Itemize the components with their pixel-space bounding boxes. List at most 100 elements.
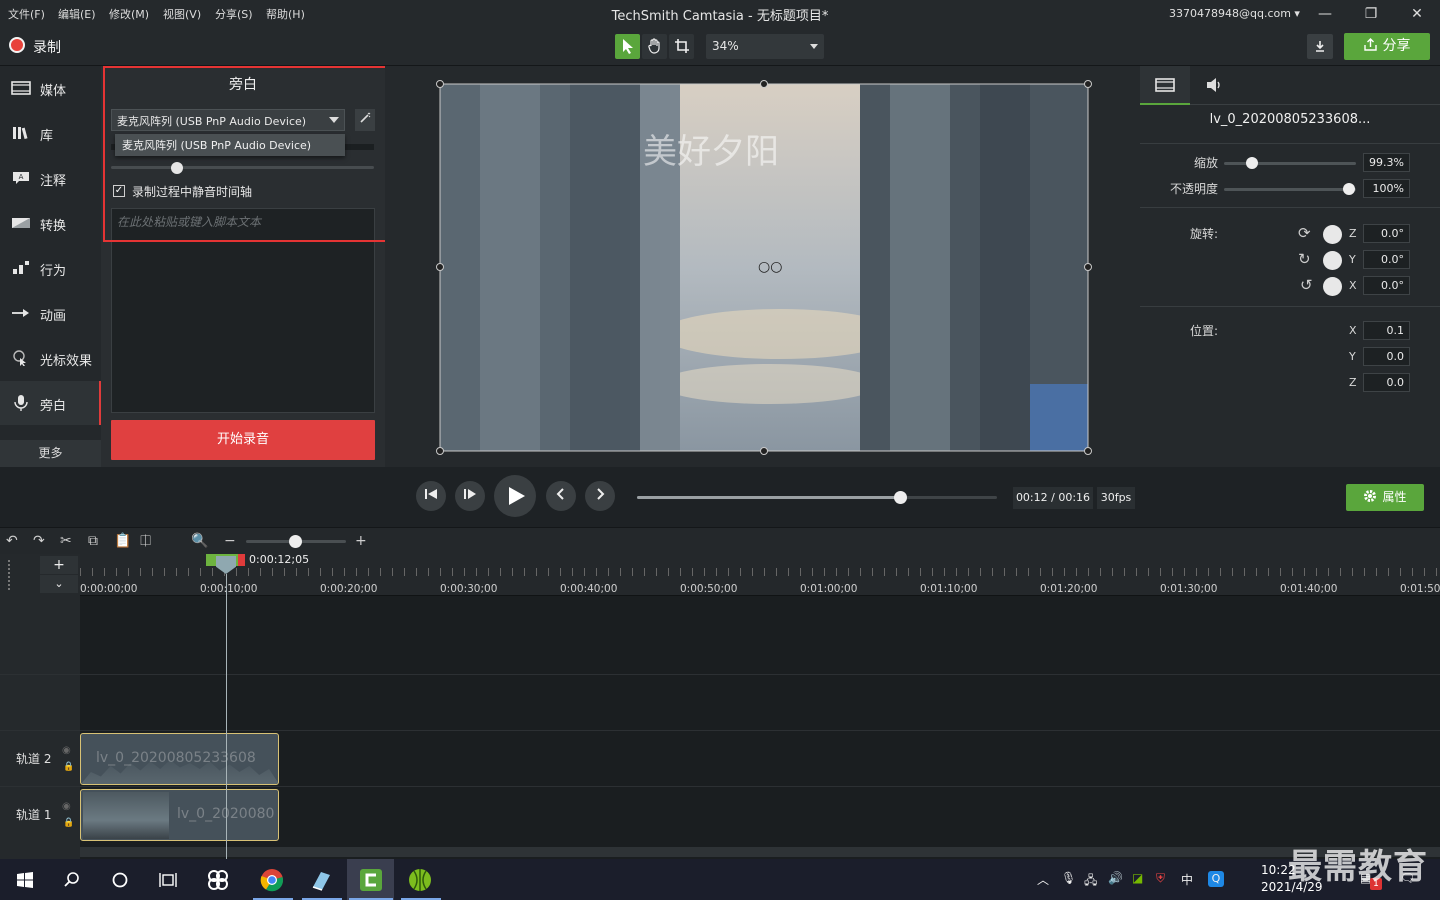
record-icon[interactable] [9, 37, 25, 53]
previous-marker-button[interactable] [546, 481, 576, 511]
script-textarea[interactable]: 在此处粘贴或键入脚本文本 [111, 208, 375, 413]
timeline-scrollbar[interactable] [80, 847, 1440, 857]
mute-timeline-checkbox[interactable]: ✓ [113, 185, 125, 197]
zoom-in-icon[interactable]: + [355, 533, 367, 549]
tray-security-icon[interactable]: ⛨ [1156, 871, 1165, 886]
tray-nvidia-icon[interactable]: ◪ [1132, 871, 1143, 885]
zoom-dropdown[interactable]: 34% [706, 34, 824, 59]
tray-expand-icon[interactable]: ︿ [1037, 871, 1049, 888]
start-recording-button[interactable]: 开始录音 [111, 420, 375, 460]
crop-tool-button[interactable] [669, 34, 694, 59]
sidebar-item-behaviors[interactable]: 行为 [0, 246, 101, 290]
pan-tool-button[interactable] [642, 34, 667, 59]
chevron-down-icon[interactable]: ⌄ [40, 575, 78, 593]
scale-input[interactable]: 99.3% [1363, 153, 1410, 172]
copy-icon[interactable]: ⧉ [88, 533, 98, 549]
undo-icon[interactable]: ↶ [6, 533, 18, 549]
resize-handle[interactable] [1084, 263, 1092, 271]
sidebar-item-annotations[interactable]: A 注释 [0, 156, 101, 200]
rotation-y-input[interactable]: 0.0° [1363, 250, 1410, 269]
timeline-zoom-thumb[interactable] [289, 535, 302, 548]
lock-icon[interactable]: 🔒 [63, 762, 74, 772]
notes-app-icon[interactable] [308, 867, 334, 893]
playhead-range-end[interactable] [238, 554, 245, 566]
close-button[interactable]: ✕ [1397, 3, 1437, 25]
menu-help[interactable]: 帮助(H) [266, 6, 305, 22]
tray-microphone-icon[interactable]: 🎙 [1061, 871, 1076, 885]
add-track-button[interactable]: + [40, 556, 78, 574]
microphone-dropdown[interactable]: 麦克风阵列 (USB PnP Audio Device) [111, 109, 345, 131]
account-menu[interactable]: 3370478948@qq.com ▾ [1169, 7, 1300, 20]
microphone-option[interactable]: 麦克风阵列 (USB PnP Audio Device) [115, 134, 345, 156]
menu-edit[interactable]: 编辑(E) [58, 6, 96, 22]
resize-handle[interactable] [1084, 80, 1092, 88]
step-back-button[interactable] [416, 481, 446, 511]
opacity-input[interactable]: 100% [1363, 179, 1410, 198]
ball-app-icon[interactable] [407, 867, 433, 893]
more-button[interactable]: 更多 [0, 440, 101, 467]
cut-icon[interactable]: ✂ [60, 533, 72, 549]
sidebar-item-animations[interactable]: 动画 [0, 291, 101, 335]
select-tool-button[interactable] [615, 34, 640, 59]
ime-indicator[interactable]: 中 [1181, 871, 1193, 888]
menu-view[interactable]: 视图(V) [163, 6, 201, 22]
cortana-icon[interactable] [107, 867, 133, 893]
record-button[interactable]: 录制 [33, 37, 61, 57]
rotation-x-input[interactable]: 0.0° [1363, 276, 1410, 295]
tray-volume-icon[interactable]: 🔊 [1108, 871, 1123, 885]
position-y-input[interactable]: 0.0 [1363, 347, 1410, 366]
resize-handle[interactable] [760, 447, 768, 455]
rotation-y-knob[interactable] [1323, 251, 1342, 270]
resize-handle[interactable] [760, 80, 768, 88]
mic-settings-button[interactable] [355, 109, 375, 131]
eye-icon[interactable]: ◉ [62, 801, 71, 812]
zoom-out-icon[interactable]: − [224, 533, 236, 549]
rotation-z-knob[interactable] [1323, 225, 1342, 244]
menu-share[interactable]: 分享(S) [215, 6, 253, 22]
position-x-input[interactable]: 0.1 [1363, 321, 1410, 340]
restore-button[interactable]: ❐ [1351, 3, 1391, 25]
search-icon[interactable] [59, 867, 85, 893]
eye-icon[interactable]: ◉ [62, 745, 71, 756]
redo-icon[interactable]: ↷ [33, 533, 45, 549]
tray-qq-icon[interactable]: Q [1208, 871, 1224, 887]
zoom-fit-icon[interactable]: 🔍 [191, 533, 208, 549]
tab-visual-properties[interactable] [1140, 66, 1190, 105]
resize-handle[interactable] [436, 80, 444, 88]
menu-file[interactable]: 文件(F) [8, 6, 45, 22]
minimize-button[interactable]: — [1305, 3, 1345, 25]
playback-scrubber[interactable] [637, 496, 997, 499]
scale-slider-thumb[interactable] [1246, 157, 1258, 169]
video-clip[interactable]: lv_0_2020080 [80, 789, 279, 841]
input-volume-thumb[interactable] [170, 162, 183, 174]
opacity-slider[interactable] [1224, 188, 1356, 191]
tab-audio-properties[interactable] [1190, 66, 1240, 105]
play-button[interactable] [494, 475, 536, 517]
video-preview[interactable]: 美好夕阳 ○○ [440, 84, 1088, 451]
share-button[interactable]: 分享 [1344, 33, 1430, 60]
windows-start-icon[interactable] [12, 867, 38, 893]
audio-clip[interactable]: lv_0_20200805233608 [80, 733, 279, 785]
scrubber-thumb[interactable] [893, 491, 907, 504]
scale-slider[interactable] [1224, 162, 1356, 165]
resize-handle[interactable] [436, 447, 444, 455]
resize-handle[interactable] [1084, 447, 1092, 455]
opacity-slider-thumb[interactable] [1343, 183, 1355, 195]
step-forward-button[interactable] [455, 481, 485, 511]
track-height-handle[interactable] [8, 560, 16, 590]
task-view-icon[interactable] [155, 867, 181, 893]
camtasia-icon[interactable] [358, 867, 384, 893]
chrome-icon[interactable] [259, 867, 285, 893]
split-icon[interactable]: ⎅ [140, 533, 151, 549]
lock-icon[interactable]: 🔒 [63, 818, 74, 828]
sidebar-item-library[interactable]: 库 [0, 111, 101, 155]
input-volume-slider[interactable] [111, 166, 374, 169]
properties-button[interactable]: 属性 [1346, 484, 1424, 511]
sidebar-item-media[interactable]: 媒体 [0, 66, 101, 110]
rotation-z-input[interactable]: 0.0° [1363, 224, 1410, 243]
sidebar-item-cursor-effects[interactable]: 光标效果 [0, 336, 101, 380]
paste-icon[interactable]: 📋 [114, 533, 131, 549]
download-button[interactable] [1307, 34, 1333, 59]
menu-modify[interactable]: 修改(M) [109, 6, 149, 22]
app-pinwheel-icon[interactable] [205, 867, 231, 893]
